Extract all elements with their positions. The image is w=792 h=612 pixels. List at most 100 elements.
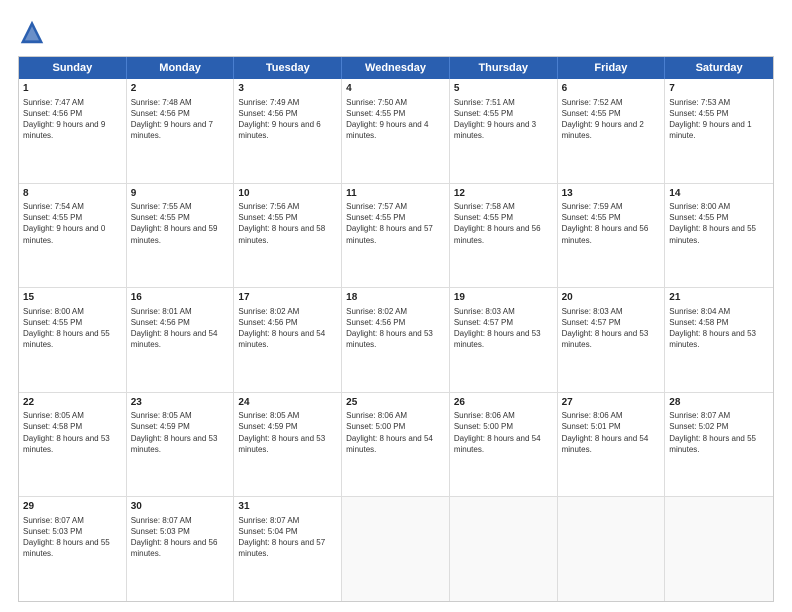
day-info: Sunrise: 8:03 AM Sunset: 4:57 PM Dayligh… [562,306,661,351]
day-info: Sunrise: 7:49 AM Sunset: 4:56 PM Dayligh… [238,97,337,142]
calendar-cell: 25Sunrise: 8:06 AM Sunset: 5:00 PM Dayli… [342,393,450,497]
day-info: Sunrise: 8:07 AM Sunset: 5:02 PM Dayligh… [669,410,769,455]
calendar-cell: 20Sunrise: 8:03 AM Sunset: 4:57 PM Dayli… [558,288,666,392]
day-info: Sunrise: 8:06 AM Sunset: 5:01 PM Dayligh… [562,410,661,455]
day-number: 18 [346,291,445,305]
weekday-header: Sunday [19,57,127,79]
calendar-cell: 10Sunrise: 7:56 AM Sunset: 4:55 PM Dayli… [234,184,342,288]
day-info: Sunrise: 7:48 AM Sunset: 4:56 PM Dayligh… [131,97,230,142]
day-number: 4 [346,82,445,96]
calendar-cell: 16Sunrise: 8:01 AM Sunset: 4:56 PM Dayli… [127,288,235,392]
calendar: SundayMondayTuesdayWednesdayThursdayFrid… [18,56,774,602]
calendar-cell: 31Sunrise: 8:07 AM Sunset: 5:04 PM Dayli… [234,497,342,601]
day-number: 19 [454,291,553,305]
page: SundayMondayTuesdayWednesdayThursdayFrid… [0,0,792,612]
day-info: Sunrise: 8:06 AM Sunset: 5:00 PM Dayligh… [454,410,553,455]
day-number: 17 [238,291,337,305]
day-number: 21 [669,291,769,305]
calendar-cell: 23Sunrise: 8:05 AM Sunset: 4:59 PM Dayli… [127,393,235,497]
calendar-cell: 8Sunrise: 7:54 AM Sunset: 4:55 PM Daylig… [19,184,127,288]
day-info: Sunrise: 7:55 AM Sunset: 4:55 PM Dayligh… [131,201,230,246]
day-info: Sunrise: 7:47 AM Sunset: 4:56 PM Dayligh… [23,97,122,142]
day-info: Sunrise: 8:00 AM Sunset: 4:55 PM Dayligh… [23,306,122,351]
day-info: Sunrise: 8:04 AM Sunset: 4:58 PM Dayligh… [669,306,769,351]
calendar-cell: 1Sunrise: 7:47 AM Sunset: 4:56 PM Daylig… [19,79,127,183]
day-info: Sunrise: 8:00 AM Sunset: 4:55 PM Dayligh… [669,201,769,246]
day-info: Sunrise: 8:05 AM Sunset: 4:59 PM Dayligh… [131,410,230,455]
day-number: 5 [454,82,553,96]
calendar-cell: 28Sunrise: 8:07 AM Sunset: 5:02 PM Dayli… [665,393,773,497]
day-number: 31 [238,500,337,514]
calendar-week-row: 8Sunrise: 7:54 AM Sunset: 4:55 PM Daylig… [19,184,773,289]
day-info: Sunrise: 8:05 AM Sunset: 4:58 PM Dayligh… [23,410,122,455]
calendar-cell: 13Sunrise: 7:59 AM Sunset: 4:55 PM Dayli… [558,184,666,288]
day-info: Sunrise: 8:07 AM Sunset: 5:04 PM Dayligh… [238,515,337,560]
day-number: 11 [346,187,445,201]
day-info: Sunrise: 8:02 AM Sunset: 4:56 PM Dayligh… [346,306,445,351]
day-number: 7 [669,82,769,96]
weekday-header: Wednesday [342,57,450,79]
day-number: 8 [23,187,122,201]
weekday-header: Saturday [665,57,773,79]
calendar-week-row: 1Sunrise: 7:47 AM Sunset: 4:56 PM Daylig… [19,79,773,184]
day-info: Sunrise: 8:07 AM Sunset: 5:03 PM Dayligh… [131,515,230,560]
calendar-cell: 12Sunrise: 7:58 AM Sunset: 4:55 PM Dayli… [450,184,558,288]
header [18,18,774,46]
calendar-cell: 17Sunrise: 8:02 AM Sunset: 4:56 PM Dayli… [234,288,342,392]
calendar-header: SundayMondayTuesdayWednesdayThursdayFrid… [19,57,773,79]
day-number: 28 [669,396,769,410]
calendar-cell: 22Sunrise: 8:05 AM Sunset: 4:58 PM Dayli… [19,393,127,497]
calendar-cell: 11Sunrise: 7:57 AM Sunset: 4:55 PM Dayli… [342,184,450,288]
day-info: Sunrise: 8:02 AM Sunset: 4:56 PM Dayligh… [238,306,337,351]
day-number: 1 [23,82,122,96]
day-number: 9 [131,187,230,201]
day-number: 12 [454,187,553,201]
day-number: 16 [131,291,230,305]
logo [18,18,50,46]
calendar-cell: 26Sunrise: 8:06 AM Sunset: 5:00 PM Dayli… [450,393,558,497]
day-info: Sunrise: 7:51 AM Sunset: 4:55 PM Dayligh… [454,97,553,142]
weekday-header: Monday [127,57,235,79]
calendar-cell: 3Sunrise: 7:49 AM Sunset: 4:56 PM Daylig… [234,79,342,183]
calendar-cell: 2Sunrise: 7:48 AM Sunset: 4:56 PM Daylig… [127,79,235,183]
calendar-week-row: 15Sunrise: 8:00 AM Sunset: 4:55 PM Dayli… [19,288,773,393]
calendar-cell: 9Sunrise: 7:55 AM Sunset: 4:55 PM Daylig… [127,184,235,288]
day-info: Sunrise: 8:07 AM Sunset: 5:03 PM Dayligh… [23,515,122,560]
calendar-cell: 29Sunrise: 8:07 AM Sunset: 5:03 PM Dayli… [19,497,127,601]
weekday-header: Friday [558,57,666,79]
day-info: Sunrise: 8:06 AM Sunset: 5:00 PM Dayligh… [346,410,445,455]
calendar-cell: 21Sunrise: 8:04 AM Sunset: 4:58 PM Dayli… [665,288,773,392]
day-info: Sunrise: 7:54 AM Sunset: 4:55 PM Dayligh… [23,201,122,246]
day-number: 3 [238,82,337,96]
day-number: 26 [454,396,553,410]
day-info: Sunrise: 7:57 AM Sunset: 4:55 PM Dayligh… [346,201,445,246]
calendar-cell: 4Sunrise: 7:50 AM Sunset: 4:55 PM Daylig… [342,79,450,183]
day-number: 2 [131,82,230,96]
day-info: Sunrise: 8:01 AM Sunset: 4:56 PM Dayligh… [131,306,230,351]
calendar-cell: 14Sunrise: 8:00 AM Sunset: 4:55 PM Dayli… [665,184,773,288]
day-number: 23 [131,396,230,410]
day-number: 29 [23,500,122,514]
calendar-cell [342,497,450,601]
weekday-header: Tuesday [234,57,342,79]
day-info: Sunrise: 7:53 AM Sunset: 4:55 PM Dayligh… [669,97,769,142]
calendar-cell: 5Sunrise: 7:51 AM Sunset: 4:55 PM Daylig… [450,79,558,183]
logo-icon [18,18,46,46]
weekday-header: Thursday [450,57,558,79]
day-number: 24 [238,396,337,410]
day-info: Sunrise: 7:56 AM Sunset: 4:55 PM Dayligh… [238,201,337,246]
day-number: 6 [562,82,661,96]
calendar-week-row: 22Sunrise: 8:05 AM Sunset: 4:58 PM Dayli… [19,393,773,498]
day-info: Sunrise: 8:03 AM Sunset: 4:57 PM Dayligh… [454,306,553,351]
day-number: 15 [23,291,122,305]
calendar-cell: 15Sunrise: 8:00 AM Sunset: 4:55 PM Dayli… [19,288,127,392]
day-info: Sunrise: 7:52 AM Sunset: 4:55 PM Dayligh… [562,97,661,142]
calendar-cell [558,497,666,601]
day-info: Sunrise: 7:50 AM Sunset: 4:55 PM Dayligh… [346,97,445,142]
day-number: 13 [562,187,661,201]
day-number: 20 [562,291,661,305]
calendar-body: 1Sunrise: 7:47 AM Sunset: 4:56 PM Daylig… [19,79,773,601]
calendar-cell: 24Sunrise: 8:05 AM Sunset: 4:59 PM Dayli… [234,393,342,497]
calendar-cell: 19Sunrise: 8:03 AM Sunset: 4:57 PM Dayli… [450,288,558,392]
calendar-cell: 18Sunrise: 8:02 AM Sunset: 4:56 PM Dayli… [342,288,450,392]
